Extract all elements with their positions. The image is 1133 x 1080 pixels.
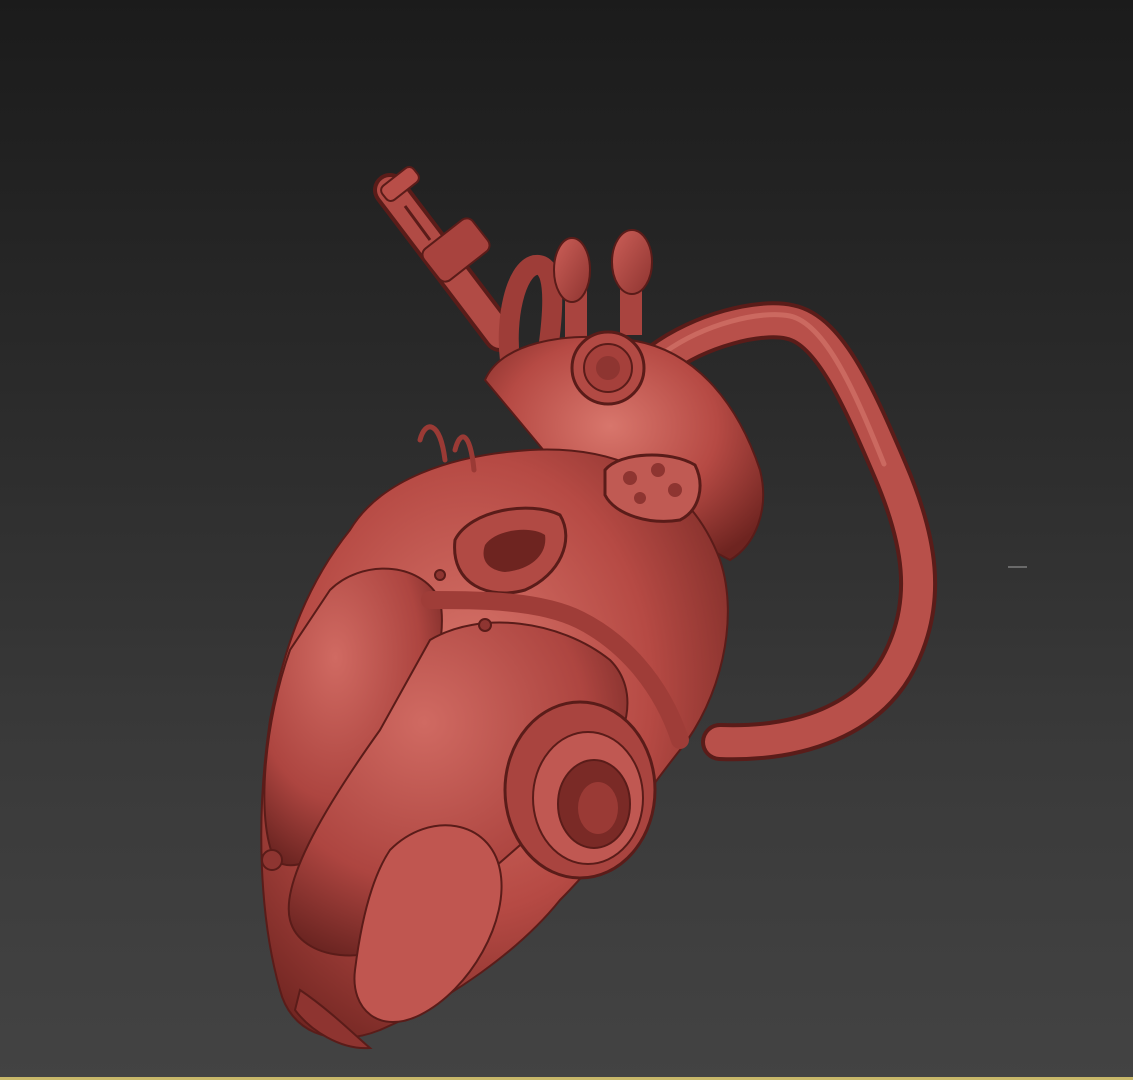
- vent-plate: [603, 453, 702, 523]
- top-tube: [373, 166, 517, 352]
- mechanical-heart-model-icon[interactable]: [0, 0, 1133, 1080]
- valve-knobs: [553, 229, 653, 340]
- 3d-viewport[interactable]: [0, 0, 1133, 1080]
- round-port: [570, 330, 646, 406]
- ring-turbine: [503, 700, 657, 880]
- axis-tick: [1008, 566, 1027, 568]
